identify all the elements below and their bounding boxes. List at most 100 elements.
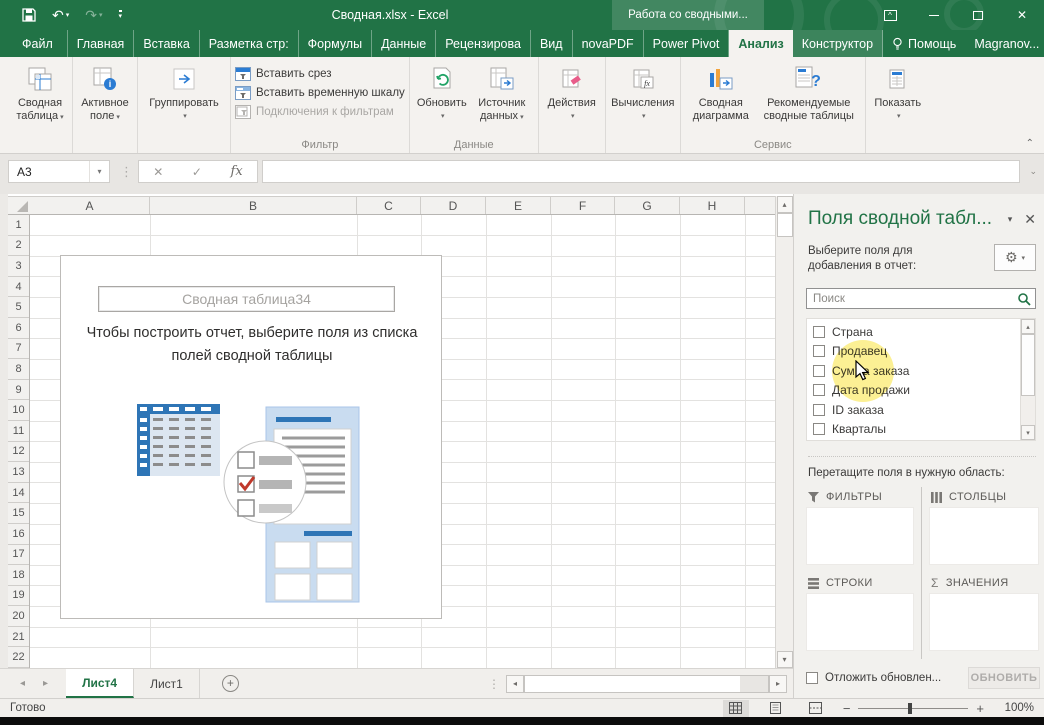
tab-file[interactable]: Файл <box>8 30 68 57</box>
row-header[interactable]: 18 <box>8 565 29 586</box>
sheet-tab-list1[interactable]: Лист1 <box>134 669 200 698</box>
field-checkbox[interactable] <box>813 365 825 377</box>
column-header[interactable]: E <box>486 197 551 214</box>
tab-page-layout[interactable]: Разметка стр: <box>200 30 299 57</box>
filter-connections-button[interactable]: Подключения к фильтрам <box>235 105 405 119</box>
tab-home[interactable]: Главная <box>68 30 135 57</box>
row-header[interactable]: 21 <box>8 627 29 648</box>
account-name[interactable]: Magranov... <box>965 30 1044 57</box>
row-header[interactable]: 22 <box>8 647 29 668</box>
field-checkbox[interactable] <box>813 345 825 357</box>
row-header[interactable]: 3 <box>8 256 29 277</box>
page-break-view-icon[interactable] <box>803 700 829 717</box>
formula-input[interactable] <box>262 160 1020 183</box>
tab-formulas[interactable]: Формулы <box>299 30 372 57</box>
column-header[interactable]: F <box>551 197 615 214</box>
scroll-right-icon[interactable]: ▸ <box>769 675 787 693</box>
row-header[interactable]: 16 <box>8 524 29 545</box>
cancel-entry-icon[interactable]: ✕ <box>153 165 163 179</box>
row-header[interactable]: 17 <box>8 545 29 566</box>
vertical-scrollbar[interactable]: ▴ ▾ <box>775 196 793 668</box>
horizontal-scroll-thumb[interactable] <box>525 676 740 692</box>
scroll-up-icon[interactable]: ▴ <box>1021 319 1035 334</box>
insert-timeline-button[interactable]: Вставить временную шкалу <box>235 86 405 100</box>
row-header[interactable]: 6 <box>8 318 29 339</box>
tab-review[interactable]: Рецензирова <box>436 30 531 57</box>
pivot-table-button[interactable]: Сводная таблица▾ <box>12 60 68 124</box>
tab-data[interactable]: Данные <box>372 30 436 57</box>
tab-novapdf[interactable]: novaPDF <box>573 30 644 57</box>
row-header[interactable]: 9 <box>8 380 29 401</box>
row-header[interactable]: 2 <box>8 236 29 257</box>
sheet-nav-left-icon[interactable]: ◂ <box>20 678 25 689</box>
active-field-button[interactable]: i Активное поле▾ <box>77 60 133 124</box>
field-row[interactable]: Страна <box>807 322 1020 342</box>
sheet-tab-list4[interactable]: Лист4 <box>66 669 134 698</box>
field-row[interactable]: ID заказа <box>807 400 1020 420</box>
zoom-in-icon[interactable]: + <box>976 701 984 716</box>
confirm-entry-icon[interactable]: ✓ <box>192 165 202 179</box>
tab-help[interactable]: Помощь <box>883 30 965 57</box>
redo-button[interactable]: ↷▾ <box>85 7 102 24</box>
page-layout-view-icon[interactable] <box>763 700 789 717</box>
zoom-percentage[interactable]: 100% <box>998 702 1034 714</box>
row-header[interactable]: 15 <box>8 503 29 524</box>
field-checkbox[interactable] <box>813 404 825 416</box>
tab-view[interactable]: Вид <box>531 30 573 57</box>
rows-drop-area[interactable] <box>806 593 914 651</box>
data-source-button[interactable]: Источник данных▾ <box>470 60 534 124</box>
refresh-button[interactable]: Обновить▾ <box>414 60 470 123</box>
column-header[interactable]: H <box>680 197 745 214</box>
calculations-button[interactable]: fx Вычисления▾ <box>610 60 676 123</box>
row-header[interactable]: 13 <box>8 462 29 483</box>
field-checkbox[interactable] <box>813 326 825 338</box>
show-button[interactable]: Показать▾ <box>870 60 926 123</box>
scroll-up-icon[interactable]: ▴ <box>777 196 793 213</box>
values-drop-area[interactable] <box>929 593 1039 651</box>
field-scroll-thumb[interactable] <box>1021 334 1035 396</box>
scroll-left-icon[interactable]: ◂ <box>506 675 524 693</box>
row-header[interactable]: 8 <box>8 359 29 380</box>
undo-button[interactable]: ↶▾ <box>52 7 69 24</box>
tools-gear-button[interactable]: ⚙ ▾ <box>994 244 1036 271</box>
scroll-down-icon[interactable]: ▾ <box>1021 425 1035 440</box>
minimize-icon[interactable] <box>912 0 956 30</box>
scroll-down-icon[interactable]: ▾ <box>777 651 793 668</box>
field-row[interactable]: Дата продажи <box>807 381 1020 401</box>
select-all-corner[interactable] <box>8 197 30 214</box>
field-list-scrollbar[interactable]: ▴ ▾ <box>1020 319 1035 440</box>
defer-update-checkbox[interactable] <box>806 672 818 684</box>
zoom-slider[interactable] <box>858 708 968 709</box>
expand-formula-bar-icon[interactable]: ⌄ <box>1029 166 1037 177</box>
tab-insert[interactable]: Вставка <box>134 30 199 57</box>
row-header[interactable]: 19 <box>8 586 29 607</box>
insert-function-icon[interactable]: fx <box>231 164 243 179</box>
scrollbar-splitter[interactable]: ⋮ <box>488 669 506 698</box>
panel-options-dropdown-icon[interactable]: ▾ <box>1008 214 1013 225</box>
row-header[interactable]: 5 <box>8 297 29 318</box>
filters-drop-area[interactable] <box>806 507 914 565</box>
column-header[interactable]: A <box>30 197 150 214</box>
row-header[interactable]: 12 <box>8 442 29 463</box>
field-row[interactable]: Кварталы <box>807 420 1020 440</box>
name-box-dropdown-icon[interactable]: ▾ <box>89 161 109 182</box>
insert-slicer-button[interactable]: Вставить срез <box>235 67 405 81</box>
new-sheet-button[interactable]: + <box>222 669 239 698</box>
close-icon[interactable]: ✕ <box>1000 0 1044 30</box>
zoom-out-icon[interactable]: − <box>843 701 851 716</box>
column-header[interactable]: B <box>150 197 357 214</box>
columns-drop-area[interactable] <box>929 507 1039 565</box>
tab-power-pivot[interactable]: Power Pivot <box>644 30 730 57</box>
field-row[interactable]: Сумма заказа <box>807 361 1020 381</box>
row-header[interactable]: 4 <box>8 277 29 298</box>
field-checkbox[interactable] <box>813 423 825 435</box>
save-icon[interactable] <box>22 8 36 22</box>
zoom-slider-thumb[interactable] <box>908 703 912 714</box>
customize-qat-icon[interactable]: ▾ <box>119 10 123 20</box>
collapse-ribbon-icon[interactable]: ⌃ <box>1026 138 1034 149</box>
panel-close-icon[interactable]: ✕ <box>1024 211 1036 228</box>
row-header[interactable]: 10 <box>8 400 29 421</box>
row-header[interactable]: 11 <box>8 421 29 442</box>
normal-view-icon[interactable] <box>723 700 749 717</box>
pivot-chart-button[interactable]: Сводная диаграмма <box>685 60 757 123</box>
